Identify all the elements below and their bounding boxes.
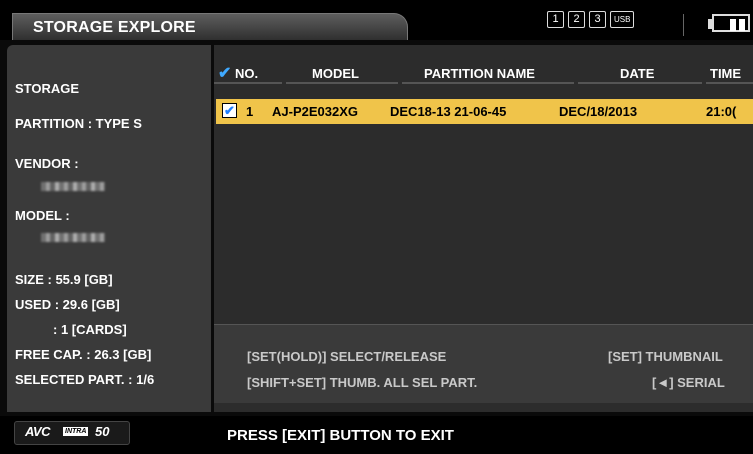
storage-info-panel: STORAGE PARTITION : TYPE S VENDOR : MODE…: [7, 45, 211, 412]
row-no: 1: [246, 104, 254, 119]
help-serial: [◄] SERIAL: [652, 375, 725, 390]
media-slot-indicators: 1 2 3 USB: [547, 11, 635, 28]
column-time[interactable]: TIME: [706, 63, 753, 84]
free-capacity: FREE CAP. : 26.3 [GB]: [15, 347, 152, 362]
used-value: USED : 29.6 [GB]: [15, 297, 120, 312]
select-all-check-icon[interactable]: ✔: [218, 63, 231, 84]
row-partition-name: DEC18-13 21-06-45: [390, 104, 507, 119]
title-bar: STORAGE EXPLORE 1 2 3 USB: [0, 0, 753, 40]
avc-intra-logo: AVC INTRA 50: [14, 421, 130, 445]
help-thumbnail: [SET] THUMBNAIL: [608, 349, 723, 364]
page-title: STORAGE EXPLORE: [33, 19, 196, 36]
slot-2-icon: 2: [568, 11, 585, 28]
row-check-icon[interactable]: ✔: [222, 103, 237, 118]
size-value: SIZE : 55.9 [GB]: [15, 272, 113, 287]
table-header: ✔ NO. MODEL PARTITION NAME DATE TIME: [214, 63, 753, 86]
column-no-label: NO.: [235, 66, 259, 81]
bottom-bar: AVC INTRA 50 PRESS [EXIT] BUTTON TO EXIT: [0, 416, 753, 454]
column-date[interactable]: DATE: [578, 63, 702, 84]
row-time: 21:0(: [706, 104, 737, 119]
vendor-label: VENDOR :: [15, 156, 79, 171]
slot-3-icon: 3: [589, 11, 606, 28]
column-model[interactable]: MODEL: [286, 63, 398, 84]
title-divider: [669, 14, 684, 36]
slot-1-icon: 1: [547, 11, 564, 28]
selected-partition: SELECTED PART. : 1/6: [15, 372, 155, 387]
help-box: [SET(HOLD)] SELECT/RELEASE [SET] THUMBNA…: [214, 324, 753, 403]
usb-icon: USB: [610, 11, 635, 28]
model-label: MODEL :: [15, 208, 70, 223]
row-model: AJ-P2E032XG: [272, 104, 358, 119]
model-value-redacted: [41, 233, 105, 242]
help-select-release: [SET(HOLD)] SELECT/RELEASE: [247, 349, 447, 364]
storage-heading: STORAGE: [15, 81, 80, 96]
row-date: DEC/18/2013: [559, 104, 638, 119]
column-no[interactable]: ✔ NO.: [214, 63, 282, 84]
column-partition-name[interactable]: PARTITION NAME: [402, 63, 574, 84]
help-thumb-all: [SHIFT+SET] THUMB. ALL SEL PART.: [247, 375, 478, 390]
exit-instruction: PRESS [EXIT] BUTTON TO EXIT: [227, 427, 454, 444]
vendor-value-redacted: [41, 182, 105, 191]
partition-type: PARTITION : TYPE S: [15, 116, 142, 131]
table-row[interactable]: ✔ 1 AJ-P2E032XG DEC18-13 21-06-45 DEC/18…: [216, 99, 753, 124]
partition-list-panel: ✔ NO. MODEL PARTITION NAME DATE TIME ✔ 1…: [214, 45, 753, 412]
battery-icon: [708, 14, 753, 34]
cards-value: : 1 [CARDS]: [53, 322, 127, 337]
title-tab: STORAGE EXPLORE: [12, 13, 408, 40]
